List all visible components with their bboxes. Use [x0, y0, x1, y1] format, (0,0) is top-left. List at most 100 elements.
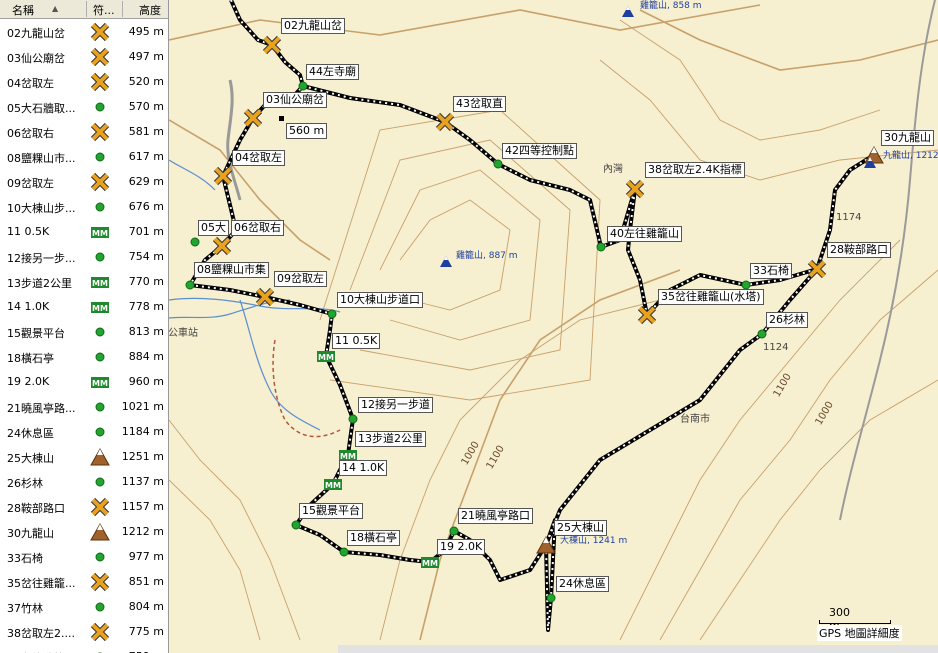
waypoint-marker-icon[interactable] — [449, 526, 459, 536]
waypoint-row[interactable]: 10大棟山步... 676 m — [0, 194, 168, 219]
mile-marker-icon[interactable]: MM — [324, 479, 342, 490]
waypoint-marker-icon[interactable] — [348, 414, 358, 424]
waypoint-label[interactable]: 28鞍部路口 — [827, 242, 891, 258]
waypoint-label[interactable]: 42四等控制點 — [502, 143, 577, 159]
waypoint-name: 06岔取右 — [7, 127, 54, 140]
svg-text:MM: MM — [92, 304, 108, 313]
column-symbol-header[interactable]: 符... — [93, 2, 115, 18]
waypoint-row[interactable]: 12接另一步... 754 m — [0, 244, 168, 269]
waypoint-elevation: 1157 m — [121, 500, 164, 513]
waypoint-label[interactable]: 15觀景平台 — [299, 503, 363, 519]
waypoint-elevation: 770 m — [128, 275, 164, 288]
waypoint-row[interactable]: 09岔取左 629 m — [0, 169, 168, 194]
waypoint-row[interactable]: 38岔取左2.... 775 m — [0, 619, 168, 644]
waypoint-marker-icon[interactable] — [546, 593, 556, 603]
waypoint-elevation: 1212 m — [121, 525, 164, 538]
waypoint-label[interactable]: 08鹽粿山市集 — [194, 262, 269, 278]
waypoint-name: 05大石牆取... — [7, 102, 76, 115]
waypoint-marker-icon[interactable] — [190, 237, 200, 247]
waypoint-elevation: 1021 m — [121, 400, 164, 413]
waypoint-row[interactable]: 35岔往雞籠... 851 m — [0, 569, 168, 594]
waypoint-marker-icon[interactable] — [327, 309, 337, 319]
waypoint-marker-icon[interactable] — [741, 280, 751, 290]
waypoint-label[interactable]: 14 1.0K — [339, 460, 388, 476]
waypoint-label[interactable]: 33石椅 — [750, 263, 792, 279]
waypoint-row[interactable]: 25大棟山 1251 m — [0, 444, 168, 469]
waypoint-marker-icon[interactable] — [291, 520, 301, 530]
waypoint-row[interactable]: 21曉風亭路... 1021 m — [0, 394, 168, 419]
spot-height-marker — [279, 116, 284, 121]
waypoint-row[interactable]: 05大石牆取... 570 m — [0, 94, 168, 119]
waypoint-marker-icon[interactable] — [493, 159, 503, 169]
mile-marker-icon[interactable]: MM — [421, 557, 439, 568]
crossing-icon — [90, 572, 110, 592]
waypoint-marker-icon[interactable] — [185, 280, 195, 290]
waypoint-row[interactable]: 08鹽粿山市... 617 m — [0, 144, 168, 169]
waypoint-row[interactable]: 37竹林 804 m — [0, 594, 168, 619]
waypoint-label[interactable]: 38岔取左2.4K指標 — [645, 162, 745, 178]
horizontal-scrollbar[interactable] — [338, 645, 938, 653]
waypoint-row[interactable]: 14 1.0K MM 778 m — [0, 294, 168, 319]
waypoint-row[interactable]: 18橫石亭 884 m — [0, 344, 168, 369]
waypoint-marker-icon[interactable] — [596, 242, 606, 252]
waypoint-name: 26杉林 — [7, 477, 43, 490]
waypoint-label[interactable]: 04岔取左 — [232, 150, 285, 166]
waypoint-row[interactable]: 30九龍山 1212 m — [0, 519, 168, 544]
mile-marker-icon: MM — [90, 272, 110, 292]
waypoint-label[interactable]: 560 m — [286, 123, 328, 139]
waypoint-marker-icon[interactable] — [757, 329, 767, 339]
waypoint-label[interactable]: 13步道2公里 — [355, 431, 426, 447]
waypoint-row[interactable]: 40左往雞籠...759 m — [0, 644, 168, 653]
waypoint-label[interactable]: 09岔取左 — [274, 271, 327, 287]
waypoint-marker-icon[interactable] — [298, 81, 308, 91]
waypoint-label[interactable]: 10大棟山步道口 — [337, 292, 423, 308]
list-header: 名稱 ▲ 符... 高度 — [0, 0, 168, 19]
waypoint-label[interactable]: 03仙公廟岔 — [263, 92, 327, 108]
waypoint-dot-icon — [90, 472, 110, 492]
crossing-icon — [90, 72, 110, 92]
waypoint-label[interactable]: 11 0.5K — [332, 333, 381, 349]
column-elevation-header[interactable]: 高度 — [139, 2, 161, 18]
crossing-marker-icon[interactable] — [243, 108, 263, 128]
track-dots — [302, 85, 818, 316]
waypoint-label[interactable]: 40左往雞籠山 — [607, 226, 682, 242]
waypoint-row[interactable]: 04岔取左 520 m — [0, 69, 168, 94]
waypoint-label[interactable]: 02九龍山岔 — [281, 18, 345, 34]
topographic-map[interactable]: MM MM MM MM 02九龍山岔 44左寺廟 03仙公廟岔 560 m 04岔取左 43岔取… — [169, 0, 938, 653]
waypoint-row[interactable]: 19 2.0K MM 960 m — [0, 369, 168, 394]
waypoint-row[interactable]: 06岔取右 581 m — [0, 119, 168, 144]
waypoint-label[interactable]: 35岔往雞籠山(水塔) — [658, 289, 764, 305]
scale-ruler — [819, 620, 891, 624]
waypoint-label[interactable]: 18橫石亭 — [347, 530, 400, 546]
waypoint-row[interactable]: 28鞍部路口 1157 m — [0, 494, 168, 519]
summit-marker-icon[interactable] — [864, 145, 884, 164]
waypoint-row[interactable]: 33石椅 977 m — [0, 544, 168, 569]
waypoint-row[interactable]: 15觀景平台 813 m — [0, 319, 168, 344]
waypoint-label[interactable]: 19 2.0K — [437, 539, 486, 555]
waypoint-row[interactable]: 26杉林 1137 m — [0, 469, 168, 494]
waypoint-name: 25大棟山 — [7, 452, 54, 465]
waypoint-label[interactable]: 26杉林 — [766, 312, 808, 328]
waypoint-row[interactable]: 11 0.5K MM 701 m — [0, 219, 168, 244]
waypoint-row[interactable]: 13步道2公里 MM 770 m — [0, 269, 168, 294]
map-detail-label: GPS 地圖詳細度 — [817, 625, 902, 641]
waypoint-label[interactable]: 06岔取右 — [231, 220, 284, 236]
waypoint-label[interactable]: 24休息區 — [556, 576, 609, 592]
waypoint-label[interactable]: 12接另一步道 — [358, 397, 433, 413]
waypoint-label[interactable]: 05大 — [198, 220, 229, 236]
mile-marker-icon[interactable]: MM — [317, 351, 335, 362]
sort-arrow-icon[interactable]: ▲ — [52, 4, 58, 13]
waypoint-row[interactable]: 24休息區 1184 m — [0, 419, 168, 444]
waypoint-label[interactable]: 44左寺廟 — [306, 64, 359, 80]
column-name-header[interactable]: 名稱 — [12, 2, 34, 18]
waypoint-row[interactable]: 03仙公廟岔 497 m — [0, 44, 168, 69]
crossing-marker-icon[interactable] — [212, 236, 232, 256]
map-place-label: 1174 — [836, 212, 862, 223]
waypoint-label[interactable]: 30九龍山 — [881, 130, 934, 146]
peak-name-label: 九龍山, 1212 m — [883, 151, 938, 161]
summit-icon — [90, 522, 110, 542]
waypoint-marker-icon[interactable] — [339, 547, 349, 557]
waypoint-row[interactable]: 02九龍山岔 495 m — [0, 19, 168, 44]
waypoint-label[interactable]: 43岔取直 — [453, 96, 506, 112]
waypoint-label[interactable]: 21曉風亭路口 — [458, 508, 533, 524]
